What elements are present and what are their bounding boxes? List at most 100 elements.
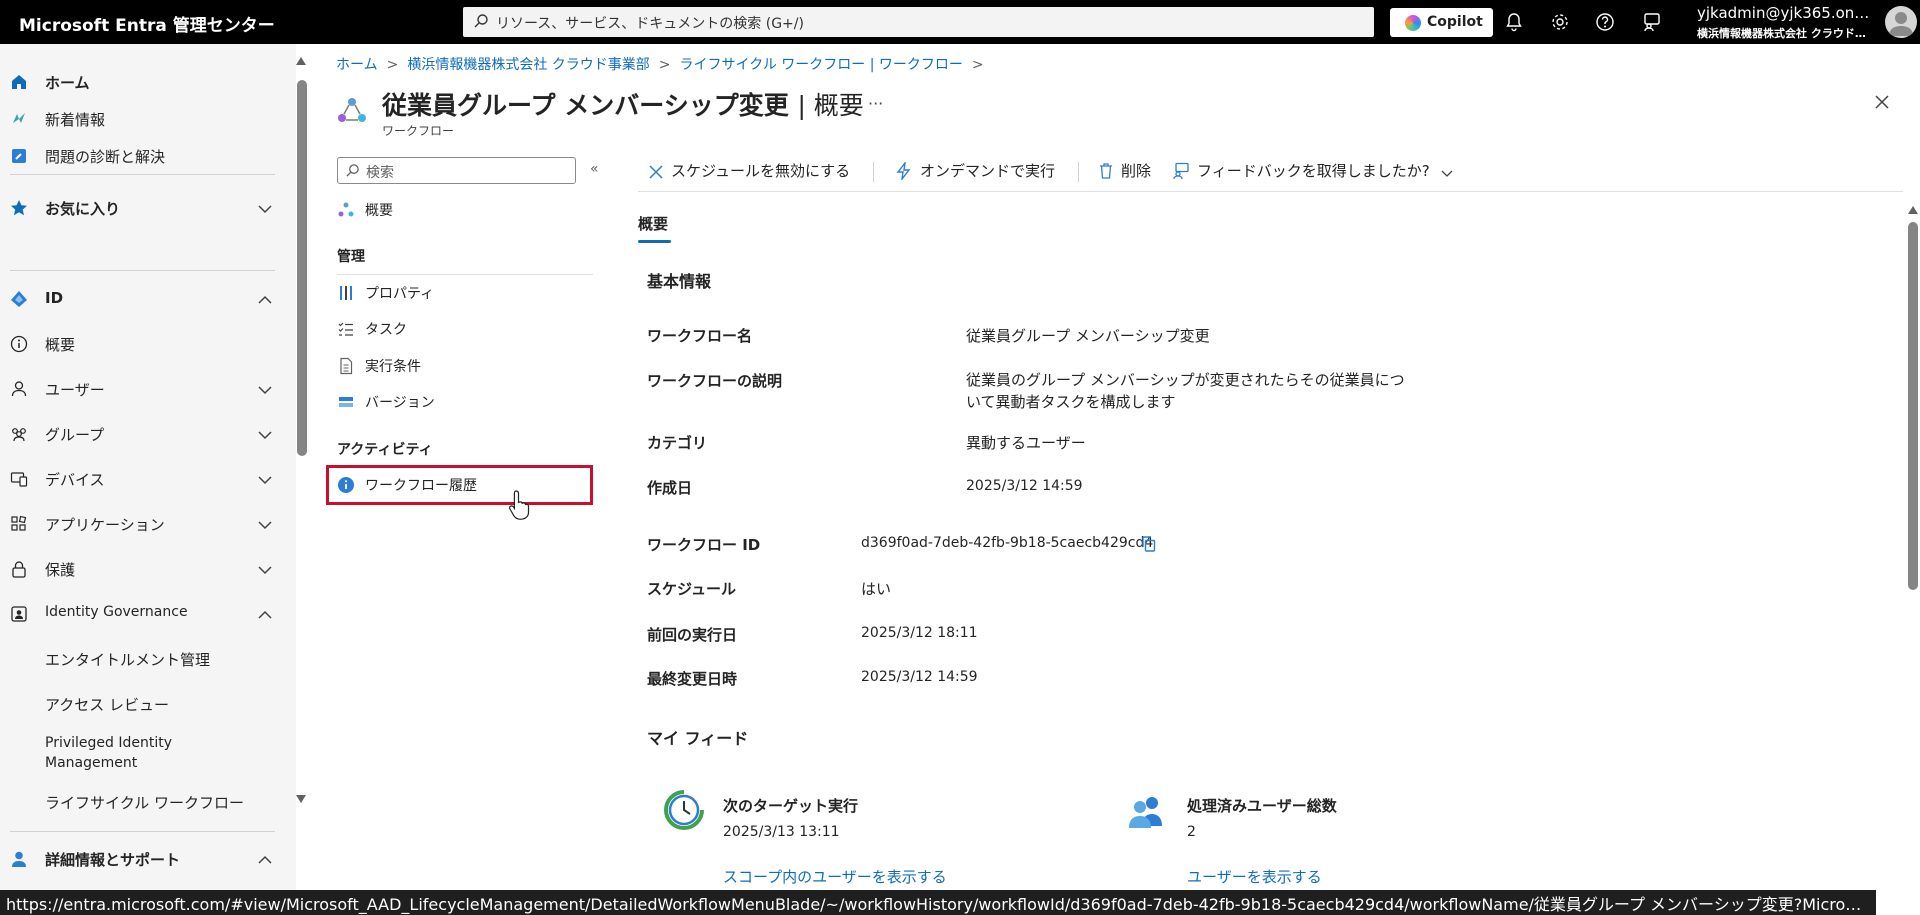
- workflow-id-value: d369f0ad-7deb-42fb-9b18-5caecb429cd4: [861, 535, 1154, 551]
- nav-overview[interactable]: 概要: [0, 325, 290, 363]
- menu-item-overview[interactable]: 概要: [330, 193, 593, 227]
- nav-applications-label: アプリケーション: [45, 516, 165, 534]
- nav-groups[interactable]: グループ: [0, 415, 290, 453]
- nav-learn-support[interactable]: 詳細情報とサポート: [0, 840, 290, 878]
- workflow-name-value: 従業員グループ メンバーシップ変更: [966, 327, 1210, 345]
- chevron-down-icon: [1441, 170, 1453, 177]
- chevron-up-icon: [258, 855, 272, 864]
- nav-home[interactable]: ホーム: [0, 63, 290, 101]
- copilot-button[interactable]: Copilot: [1390, 8, 1493, 37]
- created-value: 2025/3/12 14:59: [966, 478, 1083, 494]
- workflow-icon: [338, 98, 366, 122]
- search-icon: [346, 164, 359, 177]
- bell-icon[interactable]: [1503, 11, 1525, 33]
- lightning-icon: [896, 160, 911, 182]
- copy-icon[interactable]: [1140, 535, 1158, 553]
- nav-users[interactable]: ユーザー: [0, 370, 290, 408]
- more-options-button[interactable]: ···: [868, 94, 883, 113]
- nav-home-label: ホーム: [45, 74, 90, 92]
- nav-id[interactable]: ID: [0, 280, 290, 318]
- left-nav: ホーム 新着情報 問題の診断と解決 お気に入り ID 概要 ユーザー グループ …: [0, 44, 296, 890]
- scroll-down-arrow-icon[interactable]: [295, 794, 307, 804]
- page-title-suffix: | 概要: [797, 91, 864, 120]
- user-org: 横浜情報機器株式会社 クラウド…: [1697, 27, 1866, 40]
- last-run-label: 前回の実行日: [647, 626, 738, 644]
- support-person-icon: [12, 851, 26, 867]
- menu-search-placeholder: 検索: [366, 165, 394, 181]
- menu-item-overview-label: 概要: [365, 203, 393, 219]
- run-on-demand-button[interactable]: オンデマンドで実行: [895, 160, 1055, 182]
- feedback-label: フィードバックを取得しましたか?: [1197, 162, 1430, 180]
- chevron-down-icon: [258, 386, 272, 395]
- nav-lifecycle[interactable]: ライフサイクル ワークフロー: [0, 783, 290, 821]
- help-icon[interactable]: [1594, 11, 1616, 33]
- menu-item-properties-label: プロパティ: [365, 286, 435, 302]
- created-label: 作成日: [647, 479, 693, 497]
- schedule-label: スケジュール: [647, 580, 736, 598]
- nav-scrollbar-thumb[interactable]: [297, 80, 307, 456]
- disable-schedule-button[interactable]: スケジュールを無効にする: [648, 160, 850, 181]
- nav-whats-new-label: 新着情報: [45, 111, 106, 129]
- info-icon: [10, 335, 28, 353]
- avatar[interactable]: [1885, 6, 1917, 38]
- gear-icon[interactable]: [1549, 11, 1571, 33]
- nav-diagnose-label: 問題の診断と解決: [45, 148, 166, 166]
- chevron-down-icon: [258, 476, 272, 485]
- nav-id-label: ID: [45, 289, 64, 307]
- schedule-value: はい: [861, 580, 892, 598]
- breadcrumb-tenant[interactable]: 横浜情報機器株式会社 クラウド事業部: [407, 57, 649, 73]
- menu-item-tasks[interactable]: タスク: [330, 312, 593, 346]
- global-search-input[interactable]: リソース、サービス、ドキュメントの検索 (G+/): [463, 7, 1374, 37]
- processed-users-value: 2: [1187, 824, 1196, 840]
- nav-access-review[interactable]: アクセス レビュー: [0, 685, 290, 723]
- breadcrumb-home[interactable]: ホーム: [336, 57, 378, 73]
- brand-title[interactable]: Microsoft Entra 管理センター: [19, 11, 275, 36]
- highlight-box: [326, 465, 593, 505]
- nav-diagnose[interactable]: 問題の診断と解決: [0, 137, 290, 175]
- nav-divider: [10, 831, 275, 832]
- workflow-description-value: 従業員のグループ メンバーシップが変更されたらその従業員について異動者タスクを構…: [966, 371, 1405, 411]
- nav-favorites[interactable]: お気に入り: [0, 189, 290, 227]
- view-scoped-users-link[interactable]: スコープ内のユーザーを表示する: [723, 866, 947, 887]
- chevron-down-icon: [258, 521, 272, 530]
- nav-pim[interactable]: Privileged Identity Management: [0, 733, 290, 777]
- processed-users-title: 処理済みユーザー総数: [1187, 797, 1337, 815]
- nav-applications[interactable]: アプリケーション: [0, 505, 290, 543]
- scroll-up-arrow-icon[interactable]: [1907, 205, 1919, 215]
- content-scrollbar-thumb[interactable]: [1908, 222, 1918, 590]
- wrench-icon: [12, 149, 26, 163]
- nav-protection[interactable]: 保護: [0, 550, 290, 588]
- close-icon: [649, 165, 663, 179]
- nav-identity-governance[interactable]: Identity Governance: [0, 595, 290, 633]
- menu-item-versions[interactable]: バージョン: [330, 385, 593, 419]
- collapse-menu-button[interactable]: «: [590, 161, 599, 177]
- delete-button[interactable]: 削除: [1098, 160, 1151, 181]
- menu-item-tasks-label: タスク: [365, 322, 407, 338]
- task-list-icon: [338, 322, 353, 336]
- feedback-button[interactable]: フィードバックを取得しましたか?: [1172, 160, 1454, 181]
- breadcrumb-separator: >: [386, 57, 399, 73]
- scroll-up-arrow-icon[interactable]: [295, 56, 307, 66]
- versions-icon: [339, 397, 353, 407]
- feedback-icon[interactable]: [1641, 11, 1663, 33]
- chevron-down-icon: [258, 205, 272, 214]
- next-run-title: 次のターゲット実行: [723, 797, 859, 815]
- workflow-name-label: ワークフロー名: [647, 327, 753, 345]
- apps-grid-icon: [11, 515, 27, 531]
- nav-entitlement[interactable]: エンタイトルメント管理: [0, 640, 290, 678]
- menu-item-conditions[interactable]: 実行条件: [330, 349, 593, 383]
- menu-item-conditions-label: 実行条件: [365, 359, 421, 375]
- workflow-description-label: ワークフローの説明: [647, 372, 783, 390]
- menu-item-properties[interactable]: プロパティ: [330, 276, 593, 310]
- menu-search-input[interactable]: 検索: [337, 157, 576, 184]
- view-users-link[interactable]: ユーザーを表示する: [1187, 866, 1322, 887]
- nav-devices[interactable]: デバイス: [0, 460, 290, 498]
- tab-overview[interactable]: 概要: [638, 213, 668, 234]
- breadcrumb-lifecycle[interactable]: ライフサイクル ワークフロー | ワークフロー: [680, 57, 963, 73]
- nav-divider: [10, 270, 275, 271]
- user-name[interactable]: yjkadmin@yjk365.on…: [1697, 4, 1869, 22]
- nav-whats-new[interactable]: 新着情報: [0, 100, 290, 138]
- menu-section-manage: 管理: [337, 249, 365, 265]
- close-icon[interactable]: [1872, 92, 1892, 112]
- sparkle-icon: [13, 113, 25, 123]
